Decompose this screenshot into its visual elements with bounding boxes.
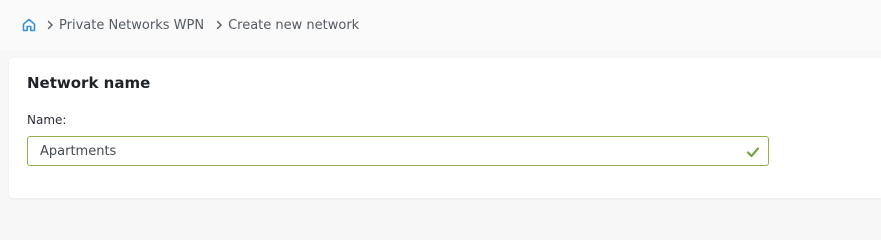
card-title: Network name <box>27 74 151 92</box>
chevron-right-icon <box>43 18 57 32</box>
network-name-card: Network name Name: <box>9 58 881 198</box>
breadcrumb: Private Networks WPN Create new network <box>21 15 359 35</box>
breadcrumb-create-network: Create new network <box>228 17 360 33</box>
name-input[interactable] <box>28 137 740 165</box>
breadcrumb-private-networks[interactable]: Private Networks WPN <box>59 18 204 33</box>
name-label: Name: <box>27 113 67 127</box>
top-bar: Private Networks WPN Create new network <box>0 0 881 50</box>
chevron-right-icon <box>212 18 226 32</box>
check-icon <box>746 144 760 158</box>
home-icon[interactable] <box>21 17 37 33</box>
name-field[interactable] <box>27 136 769 166</box>
